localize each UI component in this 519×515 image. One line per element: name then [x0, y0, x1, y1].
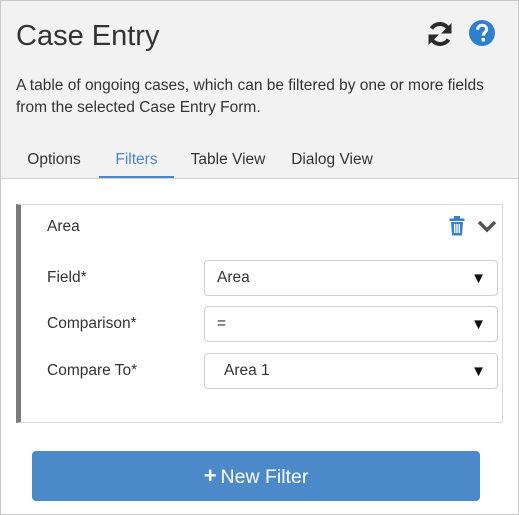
compare-to-label: Compare To*	[47, 362, 138, 379]
panel-description: A table of ongoing cases, which can be f…	[16, 77, 484, 116]
trash-icon[interactable]	[449, 216, 465, 236]
help-icon[interactable]	[468, 19, 496, 47]
plus-icon: +	[203, 463, 217, 488]
tab-options[interactable]: Options	[16, 148, 92, 176]
new-filter-button[interactable]: + New Filter	[32, 451, 480, 501]
compare-to-select-value: Area 1	[224, 362, 270, 379]
caret-down-icon: ▼	[471, 363, 486, 380]
field-select[interactable]: Area ▼	[204, 260, 498, 296]
filter-title: Area	[47, 218, 80, 235]
panel-header: Case Entry A table of ongoing cases, whi…	[1, 1, 518, 179]
comparison-select-value: =	[217, 315, 227, 332]
case-entry-panel: Case Entry A table of ongoing cases, whi…	[0, 0, 519, 515]
tab-dialog-view[interactable]: Dialog View	[282, 148, 382, 176]
tab-bar: Options Filters Table View Dialog View	[1, 148, 518, 179]
caret-down-icon: ▼	[471, 270, 486, 287]
chevron-down-icon[interactable]	[477, 218, 497, 234]
comparison-select[interactable]: = ▼	[204, 306, 498, 342]
page-title: Case Entry	[16, 20, 160, 52]
comparison-label: Comparison*	[47, 315, 137, 332]
caret-down-icon: ▼	[471, 316, 486, 333]
tab-filters[interactable]: Filters	[99, 148, 174, 178]
compare-to-select[interactable]: Area 1 ▼	[204, 353, 498, 389]
field-select-value: Area	[217, 269, 250, 286]
field-label: Field*	[47, 269, 87, 286]
filters-content: Area Field* Area ▼ Comparison* = ▼ Compa…	[1, 179, 518, 514]
refresh-icon[interactable]	[425, 19, 455, 49]
new-filter-label: New Filter	[220, 466, 309, 488]
filter-card: Area Field* Area ▼ Comparison* = ▼ Compa…	[16, 204, 503, 423]
tab-table-view[interactable]: Table View	[182, 148, 274, 176]
